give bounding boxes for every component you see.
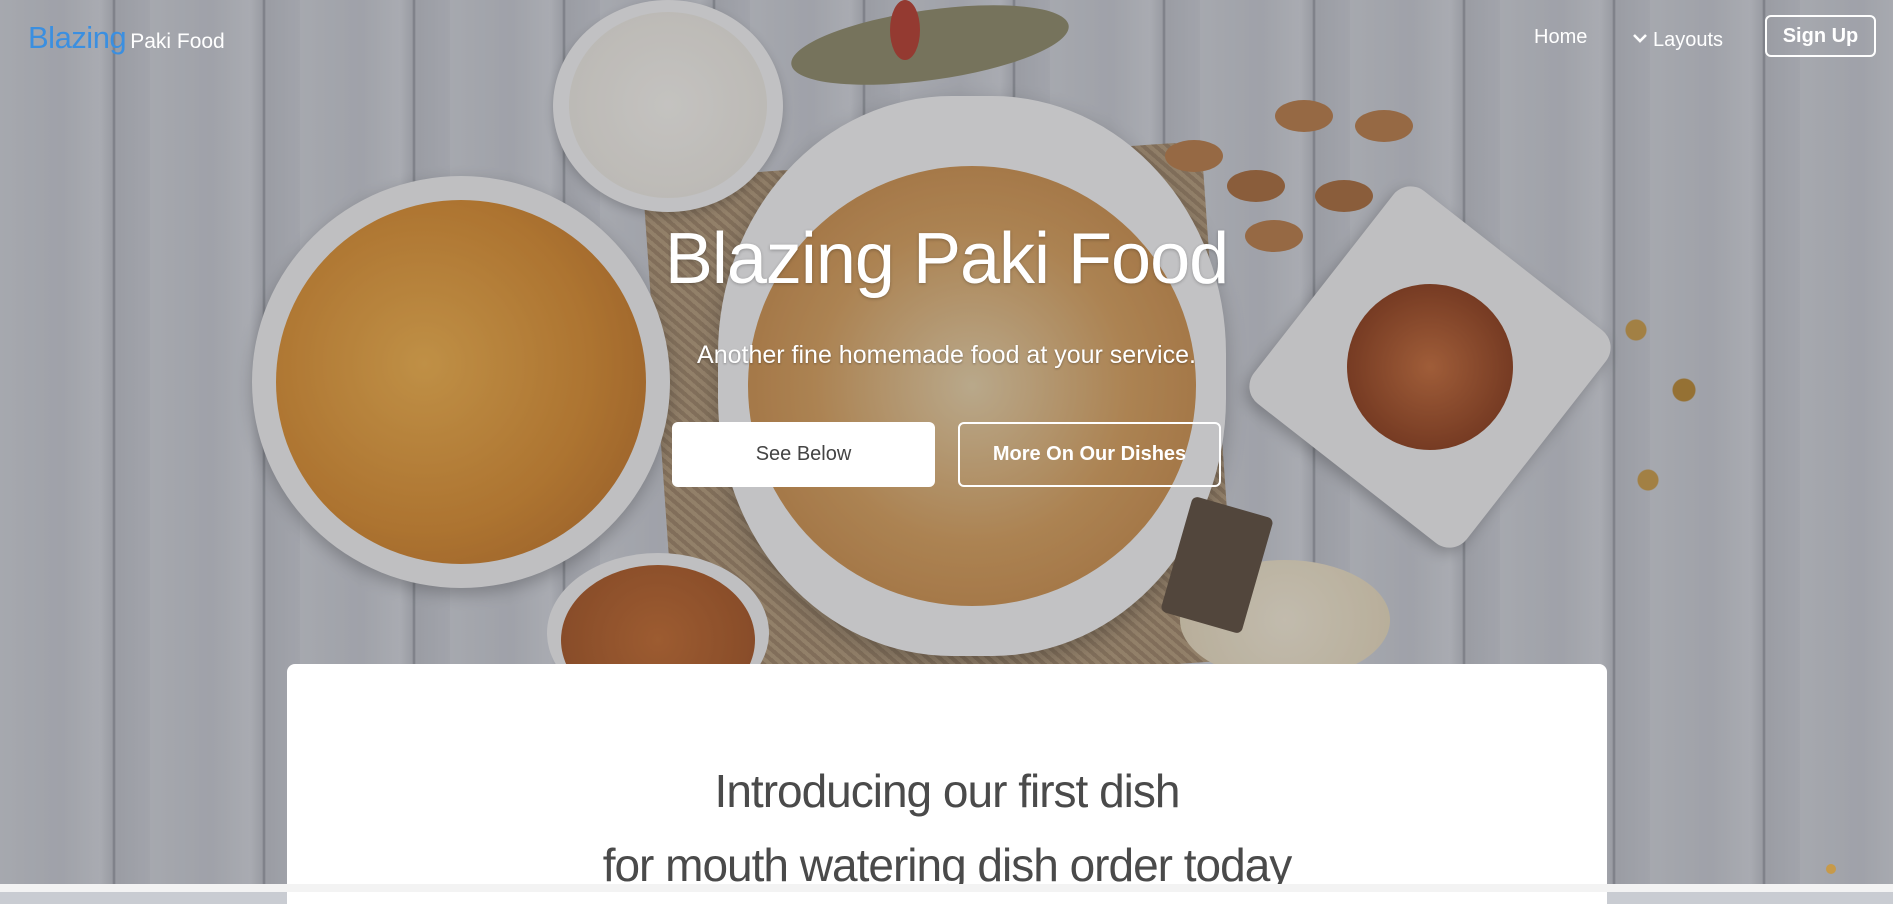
- raw-rice-pile: [1180, 560, 1390, 680]
- nav-home-link[interactable]: Home: [1534, 26, 1587, 49]
- top-navbar: Blazing Paki Food Home Layouts Sign Up: [0, 0, 1893, 78]
- brand-secondary-text: Paki Food: [130, 30, 225, 53]
- hero-subtitle: Another fine homemade food at your servi…: [697, 341, 1196, 369]
- brand-primary-text: Blazing: [28, 20, 127, 55]
- signup-button[interactable]: Sign Up: [1765, 15, 1876, 57]
- nav-layouts-dropdown[interactable]: Layouts: [1633, 26, 1723, 52]
- biryani-bowl-center: [718, 96, 1226, 656]
- horizontal-scrollbar[interactable]: [0, 884, 1893, 892]
- chocolate-piece: [1160, 495, 1274, 635]
- intro-card: Introducing our first dish for mouth wat…: [287, 664, 1607, 904]
- brand-logo[interactable]: Blazing Paki Food: [28, 20, 225, 56]
- chevron-down-icon: [1633, 26, 1647, 49]
- hero-title: Blazing Paki Food: [664, 219, 1229, 299]
- intro-heading-line1: Introducing our first dish: [714, 765, 1181, 817]
- nav-layouts-label: Layouts: [1653, 29, 1724, 51]
- scroll-indicator-dot: [1826, 864, 1836, 874]
- see-below-button[interactable]: See Below: [672, 422, 935, 487]
- more-dishes-button[interactable]: More On Our Dishes: [958, 422, 1221, 487]
